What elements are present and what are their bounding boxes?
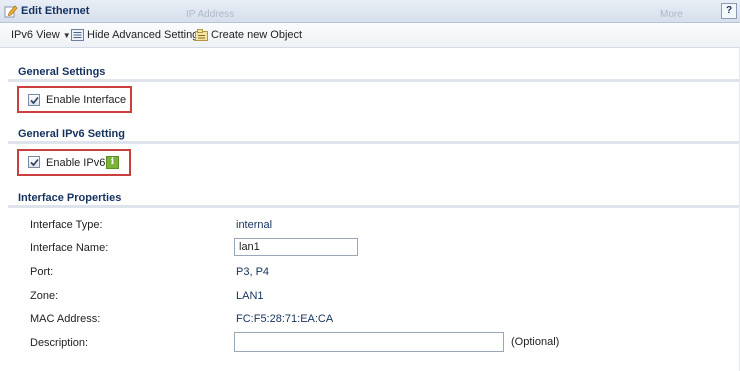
section-divider bbox=[8, 141, 740, 144]
toolbar: IPv6 View ▼ Hide Advanced Settings Creat… bbox=[0, 23, 740, 48]
enable-ipv6-label: Enable IPv6 bbox=[46, 157, 106, 169]
settings-list-icon bbox=[71, 29, 84, 41]
interface-type-value: internal bbox=[236, 219, 273, 231]
info-icon[interactable]: i bbox=[106, 156, 119, 169]
create-new-object-button[interactable]: Create new Object bbox=[195, 29, 302, 41]
checkbox-checked-icon bbox=[30, 96, 39, 105]
ipv6-view-dropdown[interactable]: IPv6 View ▼ bbox=[11, 29, 71, 41]
dialog-title: Edit Ethernet bbox=[21, 5, 90, 17]
enable-interface-checkbox[interactable] bbox=[28, 94, 40, 106]
description-input[interactable] bbox=[234, 332, 504, 352]
interface-name-label: Interface Name: bbox=[30, 242, 109, 254]
port-label: Port: bbox=[30, 266, 54, 278]
mac-address-label: MAC Address: bbox=[30, 313, 101, 325]
enable-interface-label: Enable Interface bbox=[46, 94, 127, 106]
edit-icon bbox=[4, 5, 18, 18]
hide-advanced-settings-button[interactable]: Hide Advanced Settings bbox=[71, 29, 204, 41]
create-new-object-label: Create new Object bbox=[211, 29, 303, 41]
checkbox-checked-icon bbox=[30, 158, 39, 167]
create-object-icon bbox=[195, 29, 208, 41]
interface-name-input[interactable] bbox=[234, 238, 358, 256]
mac-address-value: FC:F5:28:71:EA:CA bbox=[236, 313, 334, 325]
ipv6-view-label: IPv6 View bbox=[11, 29, 60, 41]
general-ipv6-heading: General IPv6 Setting bbox=[18, 128, 125, 140]
zone-value: LAN1 bbox=[236, 290, 264, 302]
interface-type-label: Interface Type: bbox=[30, 219, 103, 231]
enable-ipv6-checkbox[interactable] bbox=[28, 156, 40, 168]
general-settings-heading: General Settings bbox=[18, 66, 106, 78]
dialog-title-bar: Edit Ethernet IP Address More ? bbox=[0, 0, 740, 23]
hide-advanced-settings-label: Hide Advanced Settings bbox=[87, 29, 204, 41]
background-column-header: IP Address bbox=[186, 9, 235, 20]
zone-label: Zone: bbox=[30, 290, 59, 302]
background-column-header: More bbox=[660, 9, 683, 20]
interface-properties-heading: Interface Properties bbox=[18, 192, 122, 204]
port-value: P3, P4 bbox=[236, 266, 270, 278]
section-divider bbox=[8, 205, 740, 208]
help-icon[interactable]: ? bbox=[721, 3, 737, 19]
description-label: Description: bbox=[30, 337, 89, 349]
optional-hint: (Optional) bbox=[511, 336, 560, 348]
dropdown-caret-icon: ▼ bbox=[62, 30, 71, 40]
section-divider bbox=[8, 79, 740, 82]
